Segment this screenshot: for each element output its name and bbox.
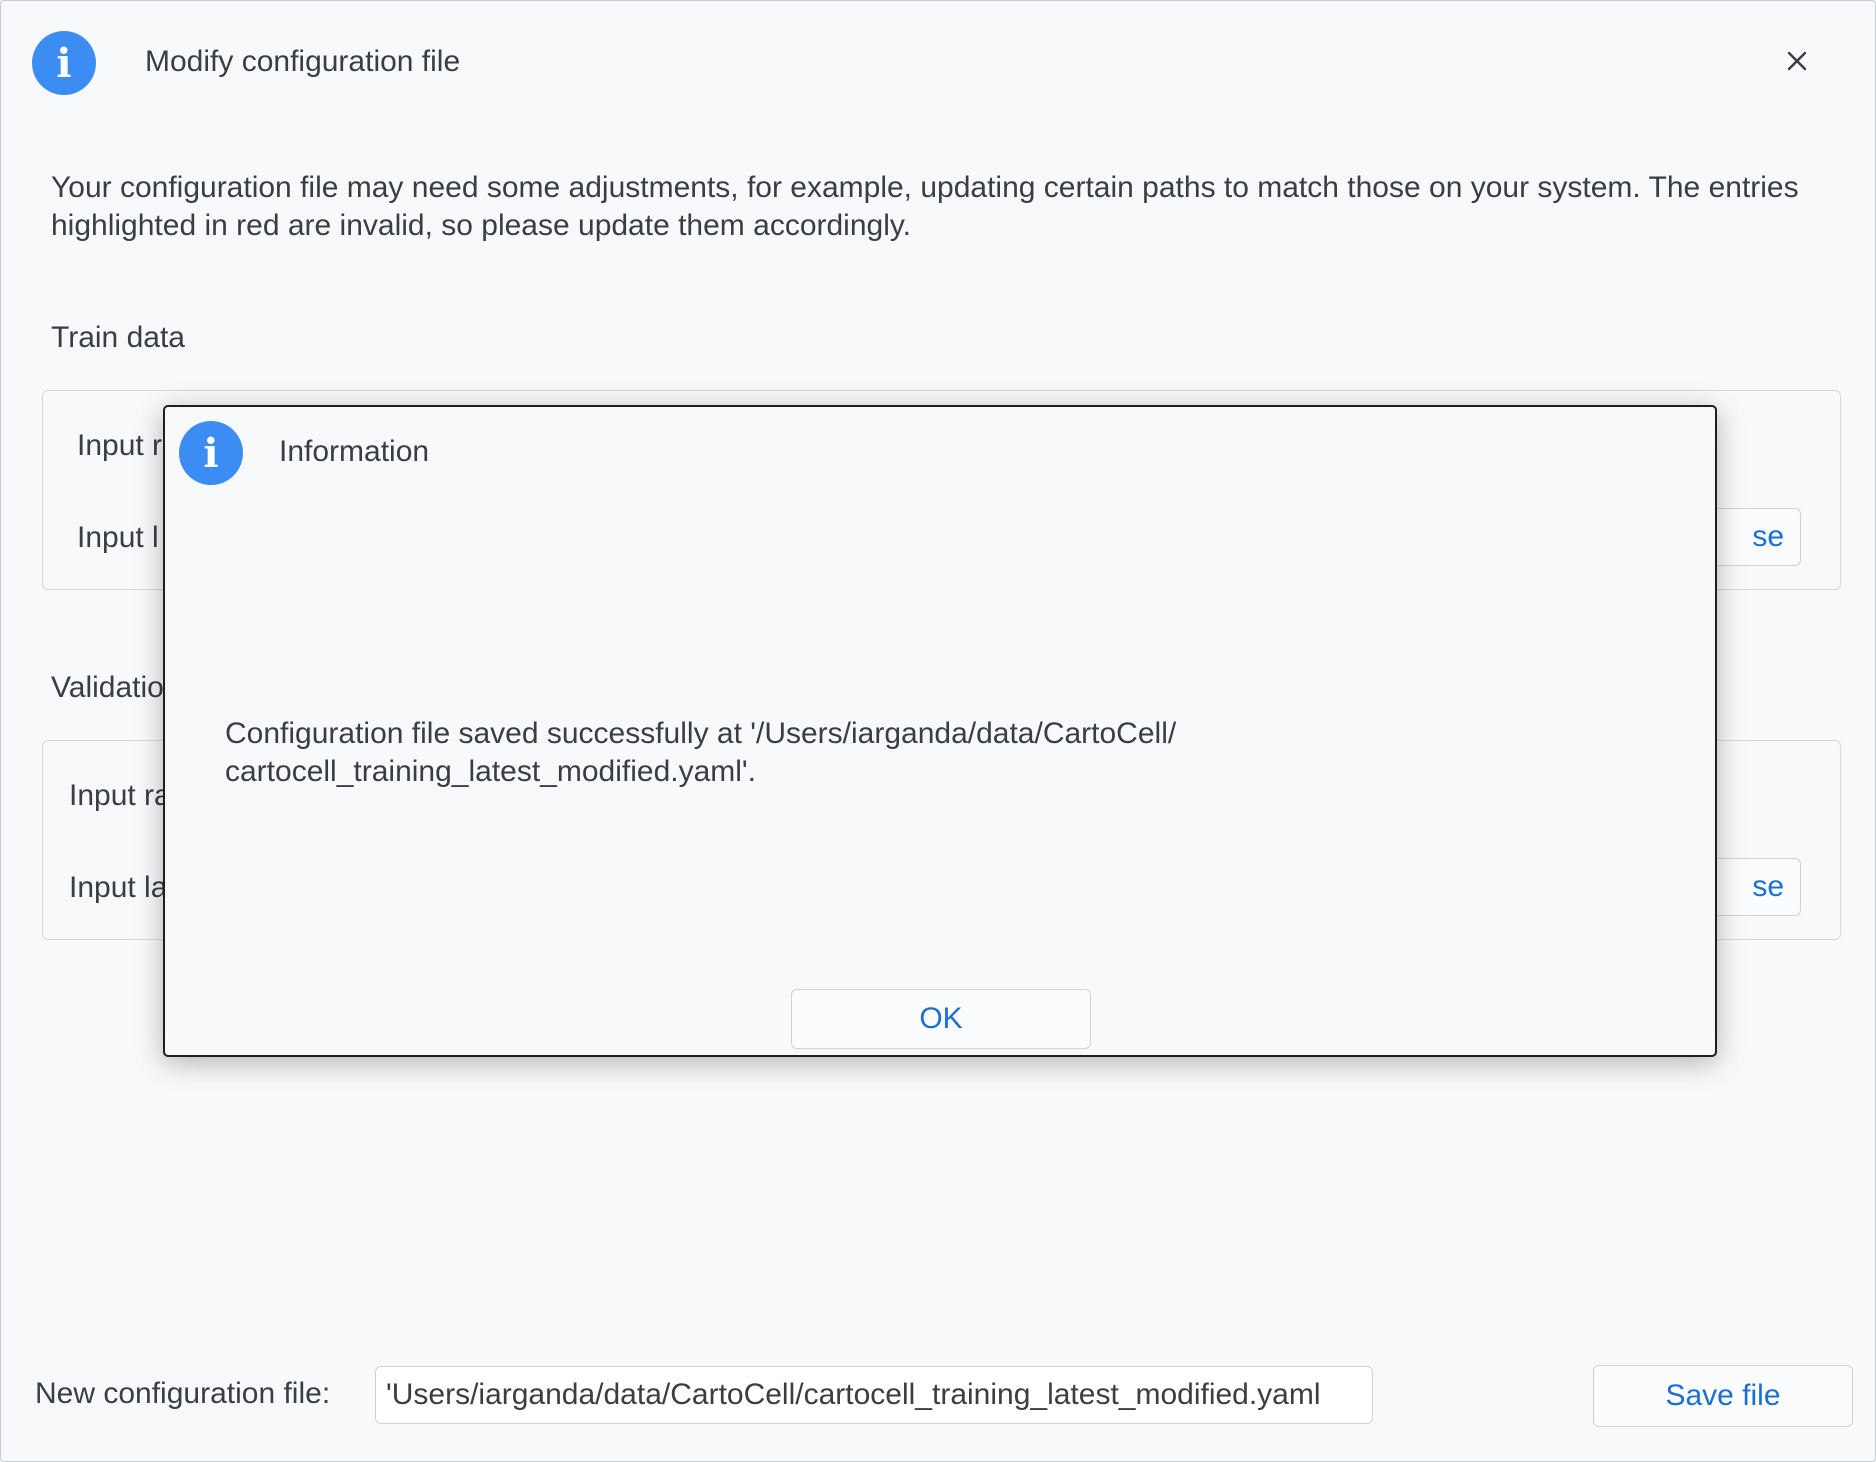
train-data-label: Train data [51, 321, 185, 354]
description-text: Your configuration file may need some ad… [51, 171, 1799, 242]
window-title: Modify configuration file [145, 45, 461, 78]
validation-data-label: Validatio [51, 671, 164, 704]
validation-input-raw-label: Input ra [69, 779, 171, 812]
info-icon: i [179, 421, 243, 485]
dialog-message: Configuration file saved successfully at… [225, 715, 1325, 791]
ok-button[interactable]: OK [791, 989, 1091, 1049]
dialog-message-line2: cartocell_training_latest_modified.yaml'… [225, 755, 756, 788]
information-dialog: i Information Configuration file saved s… [163, 405, 1717, 1057]
dialog-title: Information [279, 435, 430, 468]
configuration-window: i Modify configuration file Your configu… [0, 0, 1876, 1462]
train-input-label-label: Input l [77, 521, 159, 554]
new-config-file-input[interactable] [375, 1366, 1373, 1424]
save-file-button[interactable]: Save file [1593, 1365, 1853, 1427]
validation-input-label-label: Input la [69, 871, 168, 904]
new-config-file-label: New configuration file: [35, 1377, 331, 1410]
train-input-raw-label: Input r [77, 429, 163, 462]
close-button[interactable] [1777, 41, 1817, 81]
dialog-message-line1: Configuration file saved successfully at… [225, 717, 1177, 750]
info-icon: i [32, 31, 96, 95]
close-icon [1787, 51, 1807, 71]
